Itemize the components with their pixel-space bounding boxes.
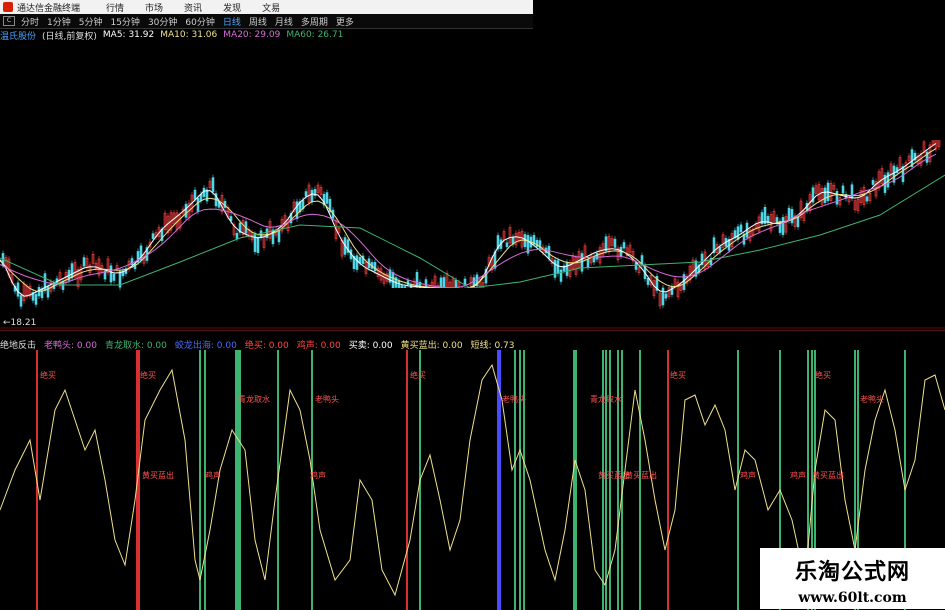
indicator-legend-bar: 绝地反击 老鸭头: 0.00 青龙取水: 0.00 蛟龙出海: 0.00 绝买: 0.… bbox=[0, 338, 523, 351]
candle-body bbox=[256, 237, 260, 253]
signal-label: 绝买 bbox=[140, 370, 156, 380]
candle-body bbox=[34, 293, 38, 305]
candle-body bbox=[211, 177, 215, 193]
candle-body bbox=[886, 172, 890, 188]
redacted-region-middle bbox=[308, 288, 636, 320]
candle-body bbox=[661, 287, 665, 306]
candle-body bbox=[556, 260, 560, 274]
signal-label: 老鸭头 bbox=[502, 394, 526, 404]
candle-body bbox=[184, 203, 188, 218]
watermark-title: 乐淘公式网 bbox=[794, 560, 910, 585]
candle-body bbox=[235, 232, 239, 240]
low-price-label: ←18.21 bbox=[3, 318, 37, 328]
signal-label: 老鸭头 bbox=[860, 394, 884, 404]
candle-body bbox=[19, 295, 23, 307]
signal-label: 黄买蓝出 bbox=[812, 470, 844, 480]
candle-body bbox=[622, 242, 626, 249]
candle-body bbox=[505, 242, 509, 248]
candle-body bbox=[553, 259, 557, 278]
candle-body bbox=[841, 185, 845, 194]
ma5-line bbox=[0, 143, 937, 297]
candle-body bbox=[259, 230, 263, 238]
ma10-line bbox=[0, 148, 937, 292]
candle-body bbox=[790, 208, 794, 224]
candle-body bbox=[781, 217, 785, 235]
candle-body bbox=[586, 259, 590, 268]
candle-body bbox=[304, 191, 308, 197]
candle-body bbox=[595, 252, 599, 260]
ma20-line bbox=[0, 153, 937, 289]
candle-body bbox=[70, 263, 74, 279]
candle-body bbox=[670, 286, 674, 295]
signal-label: 绝买 bbox=[40, 370, 56, 380]
indicator-item-5: 买卖: 0.00 bbox=[348, 340, 393, 351]
candle-body bbox=[277, 229, 281, 243]
signal-labels-group: 绝买 绝买 绝买 绝买 绝买青龙取水 老鸭头 老鸭头 青龙取水 老鸭头黄买蓝出 黄买蓝出黄买蓝出黄… bbox=[40, 370, 884, 480]
candle-body bbox=[871, 180, 875, 185]
indicator-item-1: 青龙取水: 0.00 bbox=[104, 340, 167, 351]
signal-label: 绝买 bbox=[815, 370, 831, 380]
candle-body bbox=[613, 238, 617, 248]
candle-body bbox=[295, 201, 299, 219]
candle-body bbox=[787, 207, 791, 221]
candle-body bbox=[265, 228, 269, 239]
candle-body bbox=[646, 277, 650, 285]
signal-label: 青龙取水 bbox=[238, 394, 270, 404]
indicator-name[interactable]: 绝地反击 bbox=[0, 338, 36, 351]
candle-body bbox=[559, 269, 563, 282]
candle-body bbox=[547, 245, 551, 259]
candle-body bbox=[196, 197, 200, 212]
candle-body bbox=[565, 262, 569, 276]
pane-separator[interactable] bbox=[0, 330, 945, 337]
redacted-region-top bbox=[533, 0, 945, 140]
candle-body bbox=[373, 261, 377, 272]
candle-body bbox=[355, 255, 359, 270]
indicator-item-3: 绝买: 0.00 bbox=[244, 340, 289, 351]
signal-label: 黄买蓝出 bbox=[625, 470, 657, 480]
candle-body bbox=[835, 191, 839, 205]
watermark: 乐淘公式网 www.60lt.com bbox=[760, 548, 945, 609]
signal-label: 黄买蓝出 bbox=[142, 470, 174, 480]
indicator-item-0: 老鸭头: 0.00 bbox=[44, 340, 97, 351]
candle-body bbox=[739, 224, 743, 233]
indicator-item-7: 短线: 0.73 bbox=[470, 340, 515, 351]
candle-body bbox=[151, 233, 155, 239]
ma60-line bbox=[0, 174, 945, 289]
signal-label: 鸡声 bbox=[790, 470, 806, 480]
signal-label: 鸡声 bbox=[205, 470, 221, 480]
candle-body bbox=[736, 226, 740, 240]
candle-body bbox=[664, 293, 668, 299]
candle-body bbox=[109, 265, 113, 283]
signal-label: 绝买 bbox=[410, 370, 426, 380]
candle-body bbox=[391, 272, 395, 289]
signal-label: 青龙取水 bbox=[590, 394, 622, 404]
candle-body bbox=[823, 187, 827, 203]
candle-body bbox=[193, 189, 197, 200]
candle-body bbox=[325, 192, 329, 204]
candle-body bbox=[439, 277, 443, 289]
candle-body bbox=[580, 253, 584, 272]
candle-body bbox=[796, 216, 800, 228]
indicator-item-4: 鸡声: 0.00 bbox=[296, 340, 341, 351]
candle-body bbox=[16, 282, 20, 297]
indicator-item-6: 黄买蓝出: 0.00 bbox=[400, 340, 463, 351]
candle-body bbox=[40, 288, 44, 299]
signal-label: 老鸭头 bbox=[315, 394, 339, 404]
candle-body bbox=[604, 236, 608, 252]
candle-body bbox=[82, 257, 86, 267]
candle-body bbox=[112, 273, 116, 281]
indicator-item-2: 蛟龙出海: 0.00 bbox=[174, 340, 237, 351]
signal-label: 绝买 bbox=[670, 370, 686, 380]
signal-label: 鸡声 bbox=[740, 470, 756, 480]
candle-body bbox=[310, 190, 314, 203]
signal-label: 鸡声 bbox=[310, 470, 326, 480]
watermark-url: www.60lt.com bbox=[798, 590, 907, 606]
candle-body bbox=[865, 196, 869, 202]
candle-body bbox=[763, 207, 767, 224]
